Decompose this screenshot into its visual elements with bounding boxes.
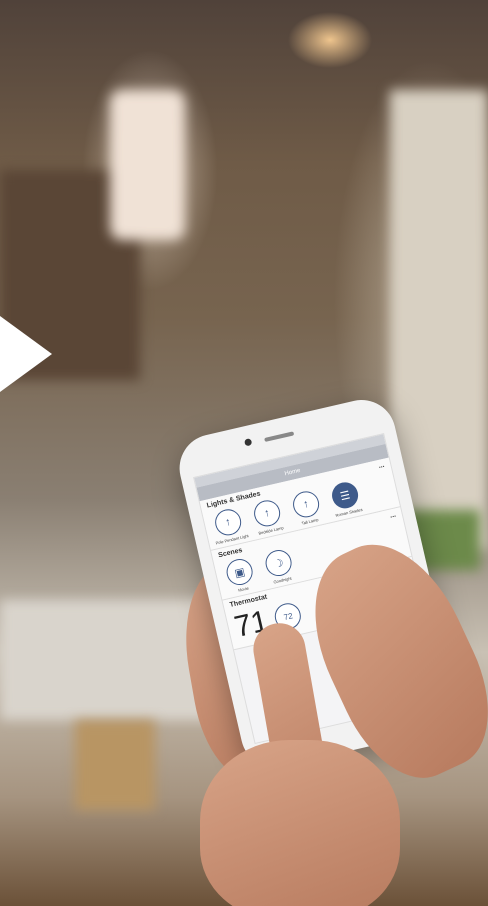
app-title: Home (284, 467, 302, 478)
shade-icon: ☰ (329, 479, 361, 511)
scenes-title: Scenes (217, 546, 244, 560)
tile-label: Movie (237, 585, 250, 593)
moon-icon: ☽ (262, 547, 295, 579)
scene-tile-goodnight[interactable]: ☽ Goodnight (259, 547, 300, 587)
light-tile-bedside-lamp[interactable]: ↑ Bedside Lamp (248, 497, 289, 537)
scenes-edit-button[interactable]: ... (389, 512, 396, 520)
scene-tile-movie[interactable]: ▣ Movie (220, 556, 261, 596)
lights-edit-button[interactable]: ... (378, 462, 385, 470)
background-frame (75, 720, 155, 810)
next-arrow-icon[interactable] (0, 316, 52, 392)
right-hand-lower (200, 740, 400, 906)
photo-scene: Home Lights & Shades ... ↑ Pole Pendant … (0, 0, 488, 906)
light-tile-tall-lamp[interactable]: ↑ Tall Lamp (287, 488, 328, 528)
bulb-icon: ↑ (212, 506, 244, 538)
setpoint-value: 72 (282, 610, 294, 622)
front-camera (243, 438, 253, 447)
bulb-icon: ↑ (290, 488, 322, 520)
bulb-icon: ↑ (251, 497, 283, 529)
tv-icon: ▣ (224, 556, 256, 588)
tile-label: Goodnight (272, 575, 293, 585)
earpiece-speaker (264, 431, 295, 442)
pendant-lamp (110, 90, 185, 240)
light-tile-pole-pendant[interactable]: ↑ Pole Pendant Light (209, 506, 250, 546)
tile-label: Tall Lamp (301, 517, 319, 526)
light-tile-roman-shades[interactable]: ☰ Roman Shades (326, 479, 367, 519)
